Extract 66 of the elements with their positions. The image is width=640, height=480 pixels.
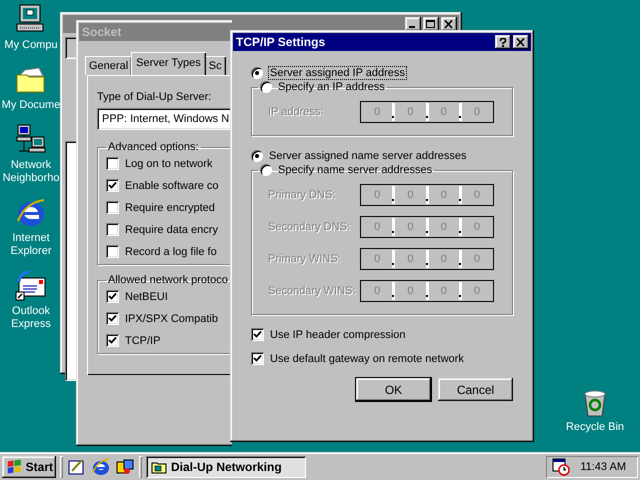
window-title: Socket bbox=[82, 25, 122, 39]
browser-icon[interactable] bbox=[91, 457, 111, 477]
radio-label: Server assigned IP address bbox=[269, 67, 406, 79]
taskbar-button[interactable]: Dial-Up Networking bbox=[146, 456, 306, 478]
globe-e-icon[interactable] bbox=[15, 197, 47, 229]
radio-button[interactable] bbox=[260, 164, 272, 176]
close-icon bbox=[444, 20, 454, 28]
checkbox[interactable] bbox=[106, 201, 119, 214]
icon-label: Network Neighborho bbox=[2, 159, 60, 185]
radio-label: Specify an IP address bbox=[278, 81, 385, 93]
radio-button[interactable] bbox=[251, 150, 263, 162]
icon-label: My Docume bbox=[0, 99, 62, 112]
checkbox-label: Enable software co bbox=[125, 180, 219, 192]
help-button[interactable] bbox=[495, 35, 511, 49]
checkbox[interactable] bbox=[251, 328, 264, 341]
field-label: IP address: bbox=[268, 106, 324, 118]
checkbox-label: Log on to network bbox=[125, 158, 212, 170]
radio-button[interactable] bbox=[251, 67, 263, 79]
checkbox-label: Use default gateway on remote network bbox=[270, 352, 464, 364]
radio-label: Server assigned name server addresses bbox=[269, 150, 466, 162]
group-label: Advanced options: bbox=[107, 141, 200, 153]
checkbox-label: IPX/SPX Compatib bbox=[125, 312, 218, 324]
checkbox-label: Require data encry bbox=[125, 224, 218, 236]
minimize-icon bbox=[409, 26, 415, 28]
checkbox[interactable] bbox=[106, 179, 119, 192]
server-type-dropdown[interactable]: PPP: Internet, Windows N bbox=[97, 108, 232, 130]
group-label: Allowed network protoco bbox=[107, 274, 229, 286]
icon-label: Recycle Bin bbox=[564, 421, 626, 434]
checkbox-label: Use IP header compression bbox=[270, 328, 406, 340]
tab[interactable]: General bbox=[85, 56, 132, 75]
clock: 11:43 AM bbox=[580, 461, 626, 473]
tab[interactable]: Sc bbox=[204, 56, 226, 75]
checkbox-label: TCP/IP bbox=[125, 334, 160, 346]
field-label: Primary WINS: bbox=[268, 253, 341, 265]
scheduler-icon[interactable] bbox=[552, 458, 570, 476]
radio-button[interactable] bbox=[260, 81, 272, 93]
checkbox[interactable] bbox=[106, 245, 119, 258]
checkbox[interactable] bbox=[251, 352, 264, 365]
close-button[interactable] bbox=[513, 35, 529, 49]
window-title: TCP/IP Settings bbox=[236, 35, 326, 49]
icon-label: Internet Explorer bbox=[10, 232, 52, 258]
flag-icon bbox=[5, 459, 24, 475]
radio-label: Specify name server addresses bbox=[278, 164, 432, 176]
cancel-button[interactable]: Cancel bbox=[438, 378, 513, 401]
field-label: Primary DNS: bbox=[268, 189, 336, 201]
checkbox[interactable] bbox=[106, 334, 119, 347]
start-button[interactable]: Start bbox=[2, 456, 56, 478]
channels-icon[interactable] bbox=[115, 457, 135, 477]
ok-button[interactable]: OK bbox=[356, 378, 431, 401]
field-label: Secondary WINS: bbox=[268, 285, 356, 297]
tab[interactable]: Server Types bbox=[131, 52, 206, 75]
field-label: Type of Dial-Up Server: bbox=[97, 91, 212, 103]
maximize-icon bbox=[426, 20, 436, 28]
checkbox[interactable] bbox=[106, 312, 119, 325]
checkbox[interactable] bbox=[106, 157, 119, 170]
checkbox[interactable] bbox=[106, 223, 119, 236]
field-label: Secondary DNS: bbox=[268, 221, 350, 233]
checkbox-label: Require encrypted bbox=[125, 202, 215, 214]
envelope-icon[interactable] bbox=[15, 270, 47, 302]
icon-label: My Compu bbox=[3, 39, 59, 52]
checkbox[interactable] bbox=[106, 290, 119, 303]
checkbox-label: Record a log file fo bbox=[125, 246, 217, 258]
question-mark-icon bbox=[498, 38, 508, 46]
close-icon bbox=[516, 38, 526, 46]
checkbox-label: NetBEUI bbox=[125, 290, 168, 302]
icon-label: Outlook Express bbox=[10, 305, 52, 331]
